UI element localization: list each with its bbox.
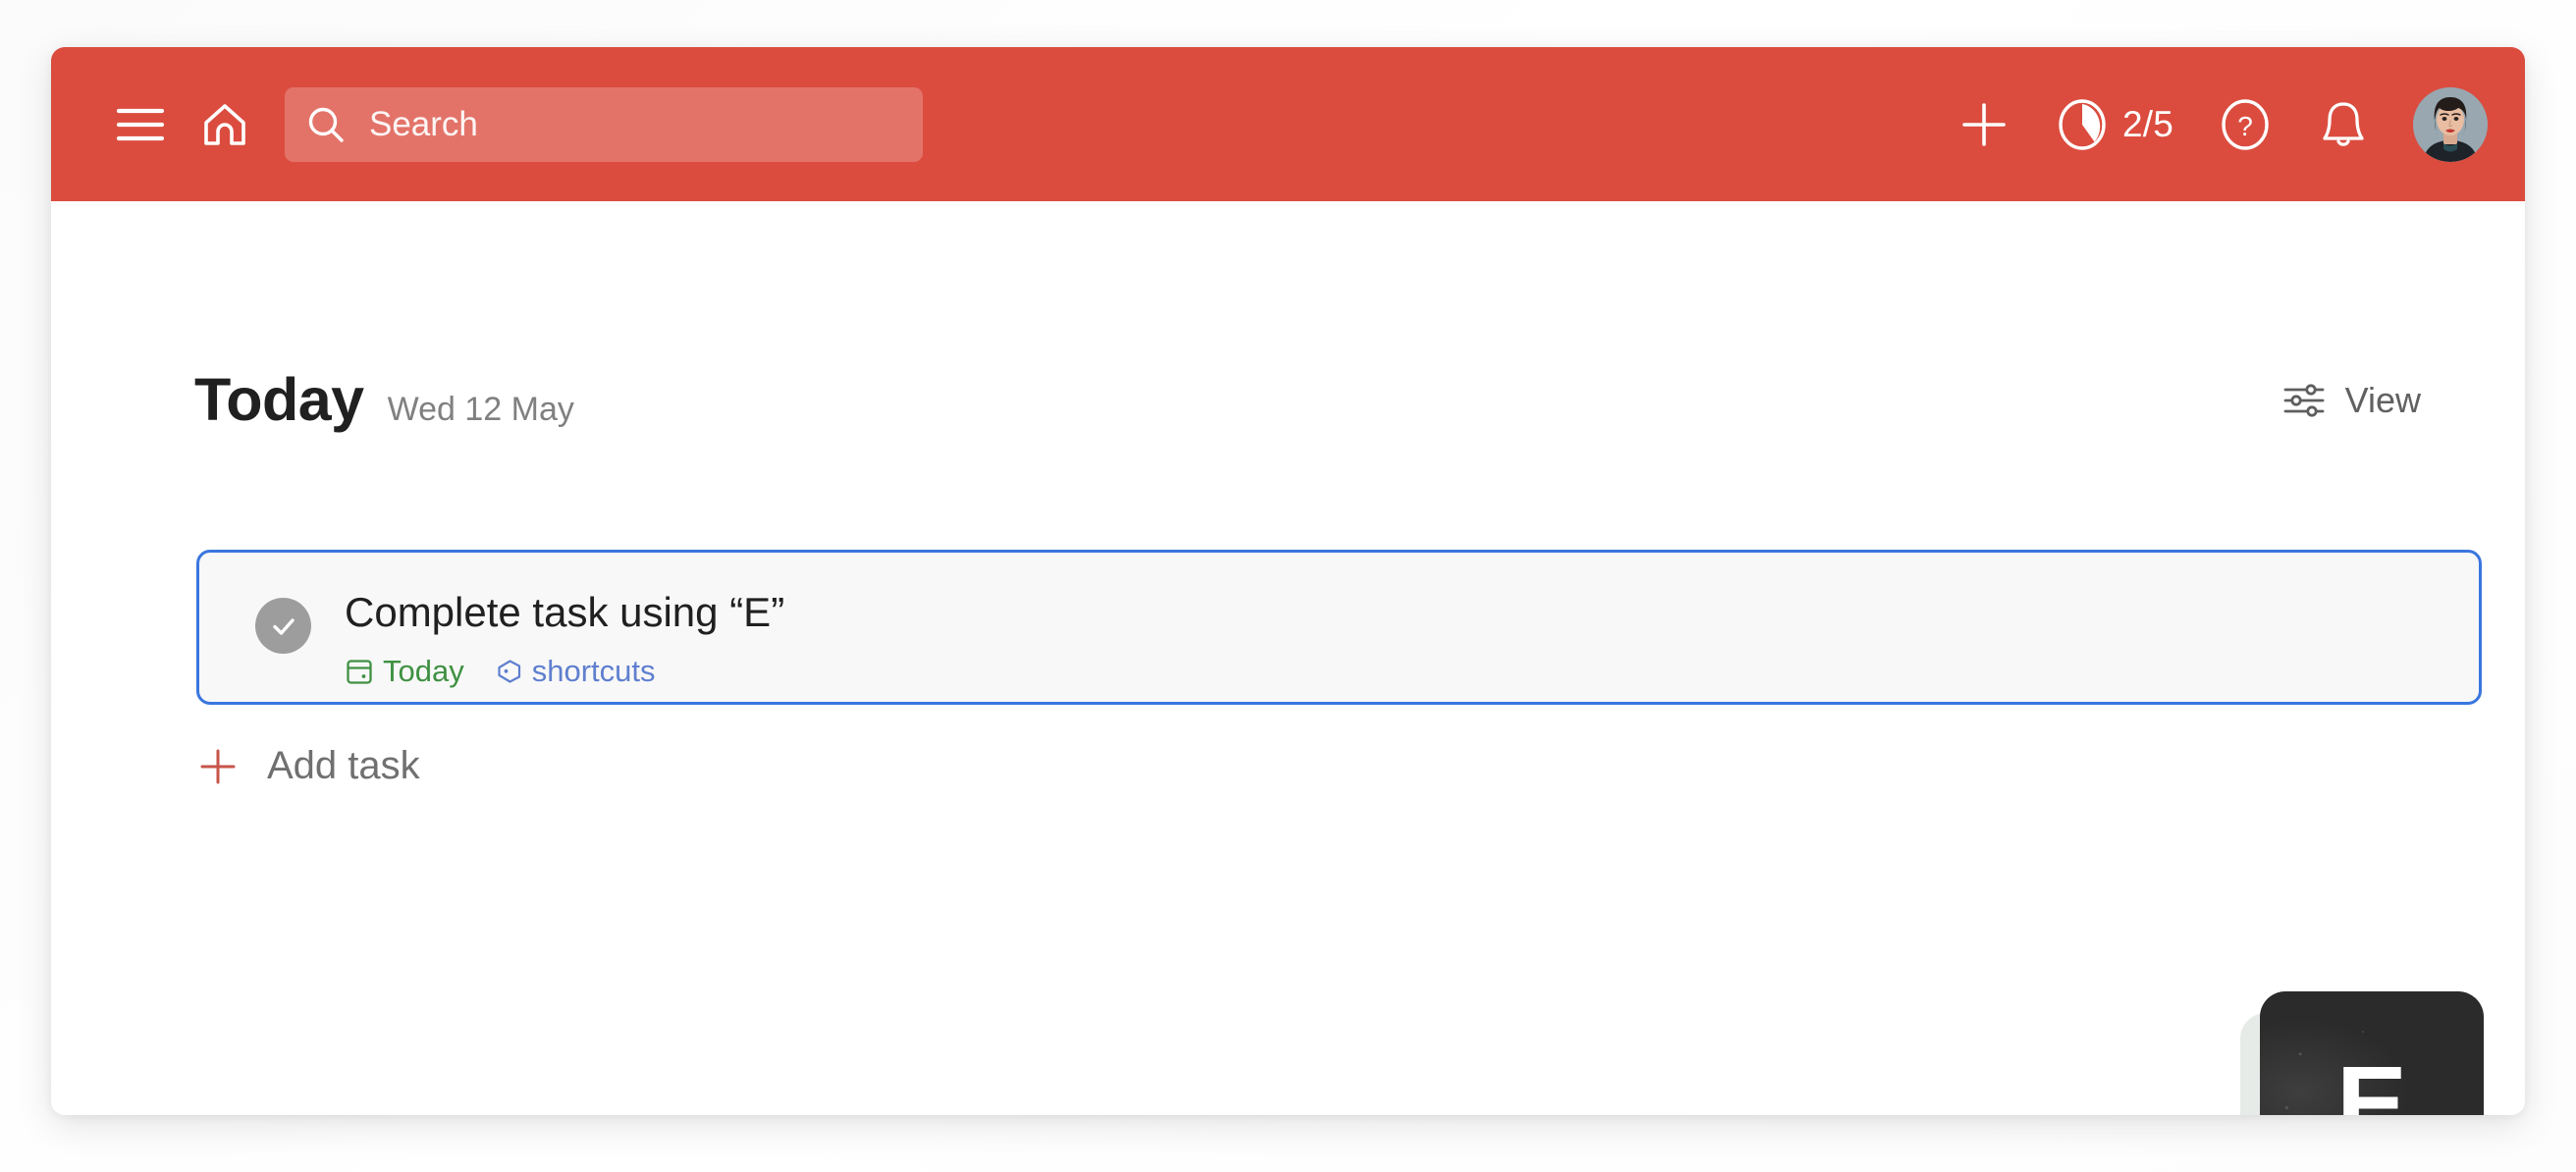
task-label-text: shortcuts [531,654,656,688]
page-date: Wed 12 May [387,391,574,428]
app-window: 2/5 ? [51,47,2525,1115]
question-mark-icon[interactable]: ? [2211,90,2280,159]
home-icon[interactable] [190,90,259,159]
page-backdrop: 2/5 ? [0,0,2576,1172]
user-avatar[interactable] [2413,86,2488,162]
plus-icon [200,749,236,783]
view-header: Today Wed 12 May View [194,370,2429,430]
task-checkbox[interactable] [255,598,311,654]
productivity-count: 2/5 [2121,103,2174,144]
keyboard-key-hint: E [2240,991,2486,1115]
topbar-actions: 2/5 ? [1950,86,2488,162]
task-title: Complete task using “E” [345,589,785,635]
bell-icon[interactable] [2309,90,2378,159]
page-title: Today [194,366,364,433]
search-icon [308,107,344,142]
tag-icon [498,660,520,683]
check-icon [272,617,295,635]
hamburger-menu-icon[interactable] [106,90,175,159]
keyboard-key-cap: E [2260,991,2484,1115]
top-navigation-bar: 2/5 ? [51,47,2525,201]
add-task-label: Add task [267,744,420,787]
task-label-chip[interactable]: shortcuts [494,654,656,689]
plus-icon[interactable] [1950,90,2018,159]
task-due-date-label: Today [383,654,464,688]
productivity-progress-button[interactable]: 2/5 [2052,90,2177,159]
sliders-icon [2283,383,2325,417]
task-row[interactable]: Complete task using “E” Today shortcuts [196,550,2482,705]
calendar-today-icon [347,660,372,684]
search-box[interactable] [285,86,923,162]
add-task-button[interactable]: Add task [196,736,430,796]
svg-text:?: ? [2237,111,2253,141]
progress-pie-icon [2059,98,2106,150]
task-due-date-chip[interactable]: Today [345,654,464,689]
search-input[interactable] [369,104,901,144]
task-metadata: Today shortcuts [345,654,656,689]
view-options-label: View [2344,379,2421,420]
content-area: Today Wed 12 May View Complete task usin… [51,201,2525,1115]
view-options-button[interactable]: View [2275,374,2429,427]
